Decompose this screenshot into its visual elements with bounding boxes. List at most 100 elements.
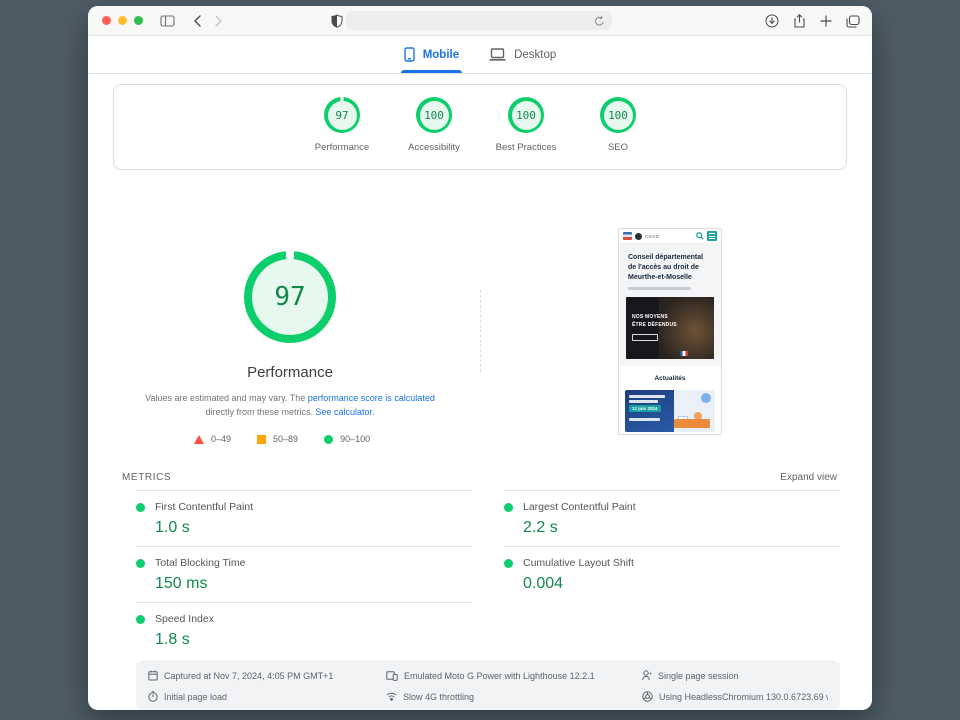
sidebar-icon[interactable] <box>160 14 175 27</box>
privacy-shield-icon[interactable] <box>331 14 343 28</box>
user-icon <box>642 670 652 681</box>
stopwatch-icon <box>148 691 158 702</box>
disclaimer-text: Values are estimated and may vary. The <box>145 393 308 403</box>
see-calculator-link[interactable]: See calculator. <box>315 407 374 417</box>
score-disclaimer: Values are estimated and may vary. The p… <box>130 392 450 420</box>
close-window-button[interactable] <box>102 16 111 25</box>
section-divider <box>480 290 481 372</box>
site-logo-icon <box>635 232 642 240</box>
metric-speed-index: Speed Index 1.8 s <box>136 602 472 658</box>
illustration-shape <box>701 393 711 404</box>
score-legend: 0–49 50–89 90–100 <box>194 434 370 444</box>
session-type-text[interactable]: Single page session <box>658 671 739 681</box>
metric-largest-contentful-paint: Largest Contentful Paint 2.2 s <box>504 490 840 546</box>
zoom-window-button[interactable] <box>134 16 143 25</box>
score-value: 97 <box>327 100 357 130</box>
forward-icon[interactable] <box>214 14 223 27</box>
performance-gauge: 97 <box>244 251 336 343</box>
metric-first-contentful-paint: First Contentful Paint 1.0 s <box>136 490 472 546</box>
hero-button <box>632 334 658 342</box>
search-icon <box>696 232 704 240</box>
summary-score-accessibility[interactable]: 100 Accessibility <box>388 97 480 169</box>
network-icon <box>386 692 397 701</box>
session-type: Single page session <box>642 669 828 682</box>
toolbar-right-actions <box>765 6 860 36</box>
browser-used: Using HeadlessChromium 130.0.6723.69 wit… <box>642 690 828 703</box>
captured-at-text: Captured at Nov 7, 2024, 4:05 PM GMT+1 <box>164 670 334 681</box>
score-label: Best Practices <box>495 142 557 153</box>
address-bar[interactable] <box>346 11 612 30</box>
news-text-placeholder <box>629 400 658 403</box>
average-square-icon <box>257 434 267 444</box>
reload-icon[interactable] <box>594 15 605 27</box>
site-logo-text: CDAD <box>645 233 660 239</box>
hero-text: NOS MOYENS ÊTRE DÉFENDUS <box>632 314 677 329</box>
browser-window: Mobile Desktop 97 Performance 100 Access… <box>88 6 872 710</box>
metric-value: 1.8 s <box>155 631 190 648</box>
share-icon[interactable] <box>793 14 806 28</box>
thumbnail-site-header: CDAD <box>619 229 721 244</box>
legend-pass: 90–100 <box>324 434 370 444</box>
emulated-device-text[interactable]: Emulated Moto G Power with Lighthouse 12… <box>404 671 595 681</box>
chromium-icon <box>642 691 653 702</box>
expand-view-button[interactable]: Expand view <box>780 472 837 483</box>
network-throttle-text[interactable]: Slow 4G throttling <box>403 692 474 702</box>
new-tab-icon[interactable] <box>820 15 832 27</box>
score-gauge: 100 <box>600 97 636 133</box>
metric-label: Total Blocking Time <box>155 557 246 569</box>
score-summary-card: 97 Performance 100 Accessibility 100 Bes… <box>113 84 847 170</box>
tab-mobile[interactable]: Mobile <box>400 36 463 73</box>
thumbnail-subtitle-placeholder <box>628 287 692 291</box>
mobile-phone-icon <box>403 47 415 62</box>
score-gauge: 100 <box>508 97 544 133</box>
metric-value: 150 ms <box>155 575 208 592</box>
metric-value: 0.004 <box>523 575 564 592</box>
tab-desktop-label: Desktop <box>514 48 557 61</box>
score-gauge: 100 <box>416 97 452 133</box>
captured-at: Captured at Nov 7, 2024, 4:05 PM GMT+1 <box>148 669 378 682</box>
capture-info-footer: Captured at Nov 7, 2024, 4:05 PM GMT+1 E… <box>136 660 840 710</box>
score-value: 100 <box>419 100 449 130</box>
performance-score-value: 97 <box>252 259 328 335</box>
page-load-type-text: Initial page load <box>164 691 228 702</box>
disclaimer-text: directly from these metrics. <box>205 406 316 417</box>
metric-label: First Contentful Paint <box>155 501 254 513</box>
pass-circle-icon <box>324 434 334 444</box>
network-throttle: Slow 4G throttling <box>386 690 634 703</box>
score-value: 100 <box>603 100 633 130</box>
tab-overview-icon[interactable] <box>846 14 860 28</box>
legend-average-range: 50–89 <box>273 434 299 444</box>
metrics-heading: METRICS <box>122 471 172 483</box>
page-screenshot-thumbnail: CDAD Conseil départemental de l'accès au… <box>618 228 722 435</box>
pass-dot-icon <box>136 502 145 512</box>
device-tab-bar: Mobile Desktop <box>88 36 872 74</box>
metric-label: Speed Index <box>155 613 214 625</box>
legend-fail-range: 0–49 <box>211 434 232 444</box>
back-icon[interactable] <box>193 14 202 27</box>
metric-label: Largest Contentful Paint <box>523 501 636 513</box>
legend-pass-range: 90–100 <box>340 434 371 444</box>
page-load-type: Initial page load <box>148 690 378 703</box>
score-label: Performance <box>314 142 370 153</box>
tab-desktop[interactable]: Desktop <box>489 36 556 73</box>
score-calculation-link[interactable]: performance score is calculated <box>308 393 435 403</box>
legend-average: 50–89 <box>257 434 298 444</box>
thumbnail-page-title: Conseil départemental de l'accès au droi… <box>628 254 704 281</box>
summary-score-best-practices[interactable]: 100 Best Practices <box>480 97 572 169</box>
news-heading: Actualités <box>654 375 686 383</box>
metric-value: 2.2 s <box>523 519 558 536</box>
thumbnail-news-section: Actualités 12 juin 2024 <box>619 366 721 434</box>
downloads-icon[interactable] <box>765 14 779 28</box>
score-label: SEO <box>607 142 629 153</box>
minimize-window-button[interactable] <box>118 16 127 25</box>
menu-icon <box>707 231 717 241</box>
summary-score-performance[interactable]: 97 Performance <box>296 97 388 169</box>
fail-triangle-icon <box>194 434 204 444</box>
news-card: 12 juin 2024 <box>625 390 715 433</box>
summary-score-seo[interactable]: 100 SEO <box>572 97 664 169</box>
pass-dot-icon <box>504 502 513 512</box>
performance-section: 97 Performance Values are estimated and … <box>88 170 872 460</box>
browser-used-text[interactable]: Using HeadlessChromium 130.0.6723.69 wit… <box>659 692 828 702</box>
news-text-placeholder <box>629 418 660 421</box>
thumbnail-hero-image: NOS MOYENS ÊTRE DÉFENDUS <box>626 297 714 360</box>
